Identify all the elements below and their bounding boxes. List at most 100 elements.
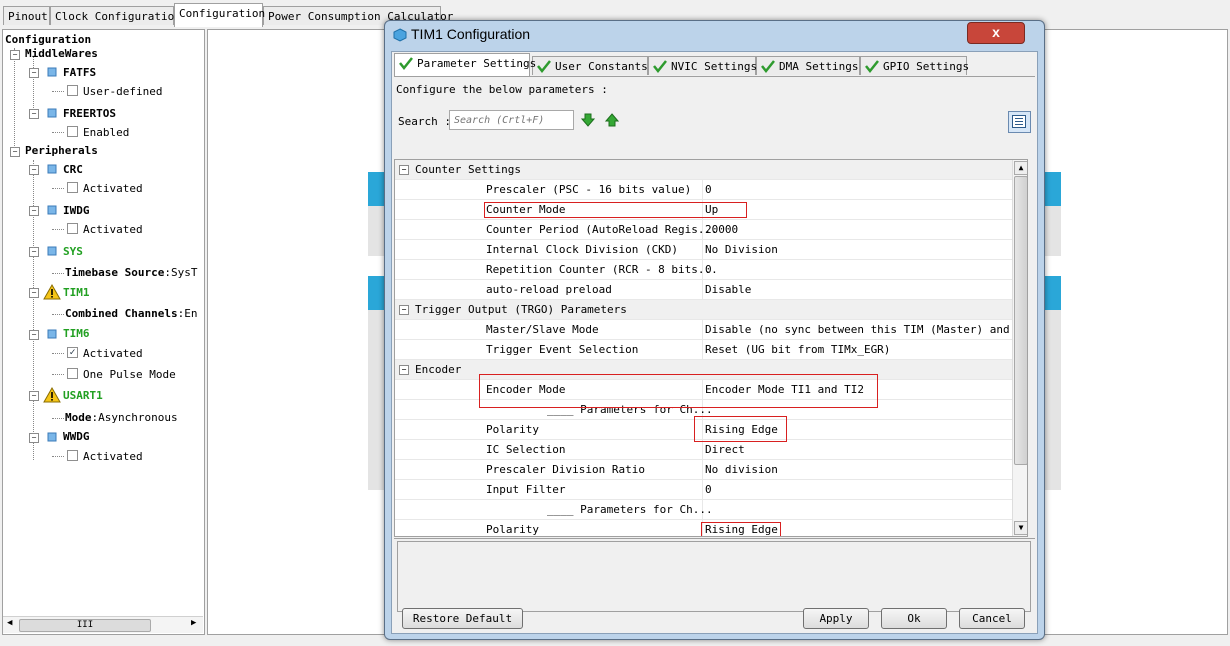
restore-default-button[interactable]: Restore Default — [402, 608, 523, 629]
parameter-value[interactable]: Reset (UG bit from TIMx_EGR) — [705, 343, 890, 356]
collapse-icon[interactable]: − — [29, 433, 39, 443]
parameter-value[interactable]: Disable — [705, 283, 751, 296]
category-label: Trigger Output (TRGO) Parameters — [415, 303, 627, 316]
check-icon — [761, 60, 775, 73]
parameter-name: Repetition Counter (RCR - 8 bits... — [486, 263, 718, 276]
tree-sys[interactable]: SYS — [63, 245, 83, 259]
parameter-grid: − Counter Settings Prescaler (PSC - 16 bit… — [394, 159, 1028, 537]
parameter-value[interactable]: 0 — [705, 483, 712, 496]
fatfs-user-defined-checkbox[interactable] — [67, 85, 78, 96]
scroll-thumb[interactable]: III — [19, 619, 151, 632]
tree-middlewares[interactable]: MiddleWares — [25, 47, 98, 61]
scroll-thumb[interactable] — [1014, 176, 1027, 465]
usart1-option[interactable]: Mode:Asynchronous — [65, 411, 178, 425]
close-button[interactable]: x — [967, 22, 1025, 44]
scroll-left-icon[interactable]: ◀ — [7, 618, 12, 628]
tab-parameter-settings[interactable]: Parameter Settings — [394, 53, 536, 76]
wwdg-option-label: Activated — [83, 450, 143, 463]
grid-parameter-row[interactable]: auto-reload preload Disable — [395, 280, 1012, 300]
list-view-icon[interactable] — [1008, 111, 1031, 133]
parameter-name: Prescaler (PSC - 16 bits value) — [486, 183, 692, 196]
tree-horizontal-scrollbar[interactable]: ◀ III ▶ — [3, 616, 203, 633]
crc-activated-checkbox[interactable] — [67, 182, 78, 193]
parameter-value[interactable]: Disable (no sync between this TIM (Maste… — [705, 323, 1027, 336]
tab-gpio-settings[interactable]: GPIO Settings — [860, 56, 969, 75]
tree-wwdg[interactable]: WWDG — [63, 430, 90, 444]
collapse-icon[interactable]: − — [29, 68, 39, 78]
collapse-icon[interactable]: − — [29, 109, 39, 119]
collapse-icon[interactable]: − — [399, 365, 409, 375]
apply-button[interactable]: Apply — [803, 608, 869, 629]
tree-freertos[interactable]: FREERTOS — [63, 107, 116, 121]
component-icon — [47, 205, 57, 215]
tab-configuration[interactable]: Configuration — [174, 3, 265, 27]
parameter-name: auto-reload preload — [486, 283, 612, 296]
collapse-icon[interactable]: − — [10, 50, 20, 60]
parameter-name: IC Selection — [486, 443, 566, 456]
parameter-value[interactable]: 0 — [705, 263, 712, 276]
grid-parameter-row[interactable]: Internal Clock Division (CKD) No Division — [395, 240, 1012, 260]
tree-crc[interactable]: CRC — [63, 163, 83, 177]
parameter-value[interactable]: 20000 — [705, 223, 738, 236]
search-label: Search : — [398, 115, 451, 128]
tree-usart1[interactable]: USART1 — [63, 389, 103, 403]
collapse-icon[interactable]: − — [29, 206, 39, 216]
arrow-down-icon[interactable] — [581, 113, 595, 127]
scroll-right-icon[interactable]: ▶ — [191, 618, 196, 628]
tab-label: NVIC Settings — [671, 60, 758, 73]
parameter-value[interactable]: No division — [705, 463, 778, 476]
grid-parameter-row[interactable]: Prescaler (PSC - 16 bits value) 0 — [395, 180, 1012, 200]
parameter-value[interactable]: 0 — [705, 183, 712, 196]
freertos-enabled-checkbox[interactable] — [67, 126, 78, 137]
parameter-value[interactable]: No Division — [705, 243, 778, 256]
tree-tim1[interactable]: TIM1 — [63, 286, 90, 300]
collapse-icon[interactable]: − — [399, 305, 409, 315]
component-block — [1045, 206, 1061, 256]
grid-parameter-row[interactable]: Trigger Event Selection Reset (UG bit fro… — [395, 340, 1012, 360]
sys-option[interactable]: Timebase Source:SysT — [65, 266, 197, 280]
parameter-value[interactable]: Direct — [705, 443, 745, 456]
tab-dma-settings[interactable]: DMA Settings — [756, 56, 860, 75]
ok-button[interactable]: Ok — [881, 608, 947, 629]
collapse-icon[interactable]: − — [29, 330, 39, 340]
collapse-icon[interactable]: − — [29, 391, 39, 401]
scroll-up-icon[interactable]: ▲ — [1014, 161, 1027, 175]
component-block — [1045, 276, 1061, 310]
collapse-icon[interactable]: − — [29, 288, 39, 298]
arrow-up-icon[interactable] — [605, 113, 619, 127]
iwdg-activated-checkbox[interactable] — [67, 223, 78, 234]
tab-pinout[interactable]: Pinout — [3, 6, 50, 25]
grid-parameter-row[interactable]: Repetition Counter (RCR - 8 bits... 0 — [395, 260, 1012, 280]
configuration-tree[interactable]: Configuration − MiddleWares − FATFS User… — [2, 29, 205, 635]
tab-user-constants[interactable]: User Constants — [532, 56, 648, 75]
tab-clock-configuration[interactable]: Clock Configuration — [50, 6, 181, 25]
tab-nvic-settings[interactable]: NVIC Settings — [648, 56, 758, 75]
tim1-option[interactable]: Combined Channels:En — [65, 307, 197, 321]
cancel-button[interactable]: Cancel — [959, 608, 1025, 629]
grid-category-row[interactable]: − Trigger Output (TRGO) Parameters — [395, 300, 1012, 320]
collapse-icon[interactable]: − — [399, 165, 409, 175]
wwdg-activated-checkbox[interactable] — [67, 450, 78, 461]
grid-vertical-scrollbar[interactable]: ▲ ▼ — [1012, 160, 1027, 536]
tree-iwdg[interactable]: IWDG — [63, 204, 90, 218]
grid-parameter-row[interactable]: Prescaler Division Ratio No division — [395, 460, 1012, 480]
check-icon — [865, 60, 879, 73]
tree-fatfs[interactable]: FATFS — [63, 66, 96, 80]
tim6-one-pulse-checkbox[interactable] — [67, 368, 78, 379]
collapse-icon[interactable]: − — [10, 147, 20, 157]
scroll-down-icon[interactable]: ▼ — [1014, 521, 1027, 535]
tree-peripherals[interactable]: Peripherals — [25, 144, 98, 158]
tree-tim6[interactable]: TIM6 — [63, 327, 90, 341]
parameter-name: Master/Slave Mode — [486, 323, 599, 336]
collapse-icon[interactable]: − — [29, 165, 39, 175]
grid-parameter-row[interactable]: Input Filter 0 — [395, 480, 1012, 500]
grid-parameter-row[interactable]: ____ Parameters for Ch... — [395, 500, 1012, 520]
grid-parameter-row[interactable]: Counter Period (AutoReload Regis... 20000 — [395, 220, 1012, 240]
search-input[interactable] — [449, 110, 574, 130]
grid-parameter-row[interactable]: IC Selection Direct — [395, 440, 1012, 460]
grid-parameter-row[interactable]: Master/Slave Mode Disable (no sync betwee… — [395, 320, 1027, 340]
collapse-icon[interactable]: − — [29, 247, 39, 257]
category-label: Counter Settings — [415, 163, 521, 176]
tim6-activated-checkbox[interactable]: ✓ — [67, 347, 78, 358]
grid-category-row[interactable]: − Counter Settings — [395, 160, 1012, 180]
